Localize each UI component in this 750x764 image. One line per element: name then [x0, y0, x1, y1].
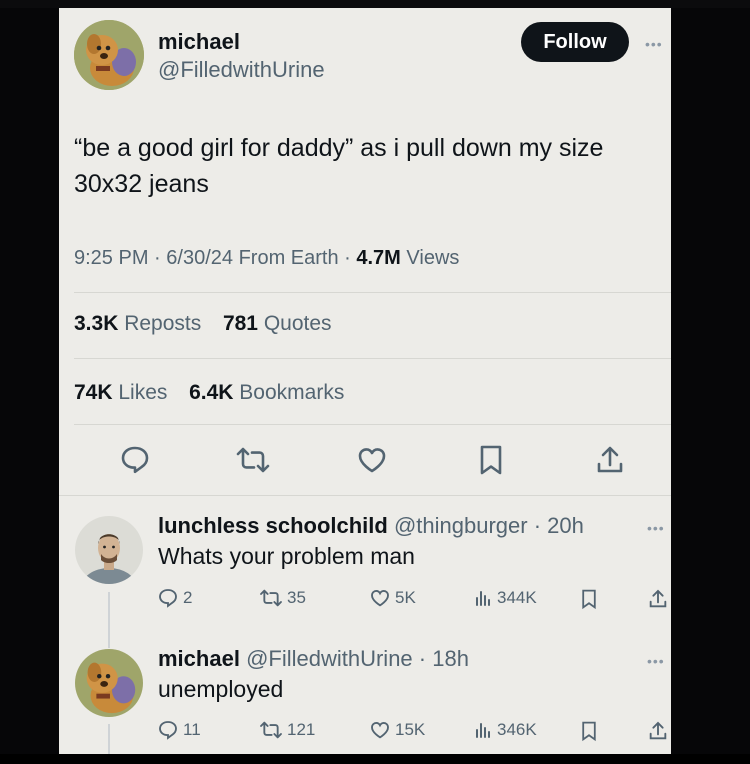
likes-count: 74K: [74, 381, 113, 404]
share-icon: [597, 446, 623, 473]
like-icon: [371, 589, 389, 607]
dog-plush-avatar-image: [75, 649, 143, 717]
quotes-count: 781: [222, 312, 258, 335]
like-count: 15K: [395, 720, 426, 739]
repost-quote-stats: 3.3K Reposts 781 Quotes: [74, 312, 332, 336]
more-options-icon[interactable]: •••: [645, 36, 663, 52]
repost-icon: [260, 589, 282, 607]
reply-reply-button[interactable]: 2: [157, 588, 192, 608]
views-bar-chart-icon: [476, 723, 490, 738]
reply-share-button[interactable]: [648, 588, 668, 610]
repost-count: 35: [287, 588, 306, 607]
reply-display-name[interactable]: michael: [158, 646, 240, 671]
reply-text: unemployed: [158, 676, 284, 702]
quotes-stat[interactable]: 781 Quotes: [223, 312, 332, 335]
reply-count: 2: [183, 588, 193, 607]
bottom-frame-bar: [0, 754, 750, 764]
author-display-name[interactable]: michael: [158, 29, 240, 55]
author-handle[interactable]: @FilledwithUrine: [158, 57, 325, 83]
reply-button[interactable]: [115, 442, 155, 478]
reply-icon: [159, 589, 177, 608]
reply-more-options-icon[interactable]: •••: [647, 520, 665, 536]
repost-icon: [260, 721, 282, 739]
separator-dot: ·: [338, 247, 357, 269]
reply-handle[interactable]: @FilledwithUrine: [246, 646, 413, 671]
share-icon: [649, 589, 667, 608]
separator-dot: ·: [412, 646, 433, 671]
thread-line: [108, 592, 110, 648]
view-count: 344K: [497, 588, 537, 607]
bookmarks-stat[interactable]: 6.4K Bookmarks: [189, 381, 344, 404]
view-count: 346K: [497, 720, 537, 739]
reply-icon: [159, 721, 177, 740]
share-button[interactable]: [590, 442, 630, 478]
bookmark-button[interactable]: [471, 442, 511, 478]
reposts-label: Reposts: [124, 312, 202, 335]
bookmark-icon: [582, 721, 596, 742]
reply-icon: [121, 446, 149, 474]
reply-text: Whats your problem man: [158, 543, 415, 569]
reply-header: lunchless schoolchild @thingburger · 20h: [158, 513, 584, 539]
tweet-text: “be a good girl for daddy” as i pull dow…: [74, 134, 604, 198]
reply-like-button[interactable]: 5K: [369, 588, 416, 608]
reply-repost-button[interactable]: 35: [259, 588, 306, 608]
views-label: Views: [406, 247, 460, 269]
tweet-location: From Earth: [238, 247, 339, 269]
tweet-time[interactable]: 9:25 PM: [74, 247, 148, 269]
quotes-label: Quotes: [263, 312, 332, 335]
reply-avatar-filledwithurine[interactable]: [75, 649, 143, 717]
share-icon: [649, 721, 667, 740]
reply-views-button[interactable]: 344K: [473, 588, 537, 608]
like-bookmark-stats: 74K Likes 6.4K Bookmarks: [74, 381, 344, 405]
reply-more-options-icon[interactable]: •••: [647, 653, 665, 669]
repost-button[interactable]: [231, 442, 275, 478]
top-frame-bar: [0, 0, 750, 8]
likes-label: Likes: [118, 381, 168, 404]
bookmark-icon: [582, 589, 596, 610]
tweet-date[interactable]: 6/30/24: [166, 247, 233, 269]
views-bar-chart-icon: [476, 591, 490, 606]
tweet-card: michael @FilledwithUrine Follow ••• “be …: [59, 8, 671, 754]
bookmark-icon: [480, 445, 502, 475]
views-count: 4.7M: [356, 247, 401, 269]
like-icon: [358, 448, 386, 473]
reply-share-button[interactable]: [648, 720, 668, 742]
divider: [74, 292, 671, 293]
reply-display-name[interactable]: lunchless schoolchild: [158, 513, 388, 538]
reposts-count: 3.3K: [74, 312, 119, 335]
reply-repost-button[interactable]: 121: [259, 720, 315, 740]
reply-header: michael @FilledwithUrine · 18h: [158, 646, 469, 672]
thread-line: [108, 724, 110, 754]
reply-bookmark-button[interactable]: [580, 588, 598, 610]
tweet-metadata: 9:25 PM · 6/30/24 From Earth · 4.7M View…: [74, 247, 459, 270]
divider: [74, 358, 671, 359]
reposts-stat[interactable]: 3.3K Reposts: [74, 312, 201, 335]
reply-count: 11: [183, 720, 201, 739]
like-icon: [371, 721, 389, 739]
bookmarks-label: Bookmarks: [239, 381, 345, 404]
person-avatar-image: [75, 516, 143, 584]
reply-time[interactable]: 18h: [432, 646, 469, 671]
reply-like-button[interactable]: 15K: [369, 720, 425, 740]
likes-stat[interactable]: 74K Likes: [74, 381, 167, 404]
dog-plush-avatar-image: [74, 20, 144, 90]
reply-bookmark-button[interactable]: [580, 720, 598, 742]
repost-count: 121: [287, 720, 316, 739]
separator-dot: ·: [148, 247, 167, 269]
like-button[interactable]: [352, 442, 392, 478]
follow-button[interactable]: Follow: [521, 22, 629, 62]
reply-views-button[interactable]: 346K: [473, 720, 537, 740]
divider: [59, 495, 671, 496]
divider: [74, 424, 671, 425]
repost-icon: [236, 447, 270, 473]
reply-avatar-thingburger[interactable]: [75, 516, 143, 584]
author-avatar[interactable]: [74, 20, 144, 90]
reply-reply-button[interactable]: 11: [157, 720, 201, 740]
like-count: 5K: [395, 588, 416, 607]
bookmarks-count: 6.4K: [189, 381, 234, 404]
reply-handle[interactable]: @thingburger: [394, 513, 528, 538]
separator-dot: ·: [527, 513, 548, 538]
reply-time[interactable]: 20h: [547, 513, 584, 538]
